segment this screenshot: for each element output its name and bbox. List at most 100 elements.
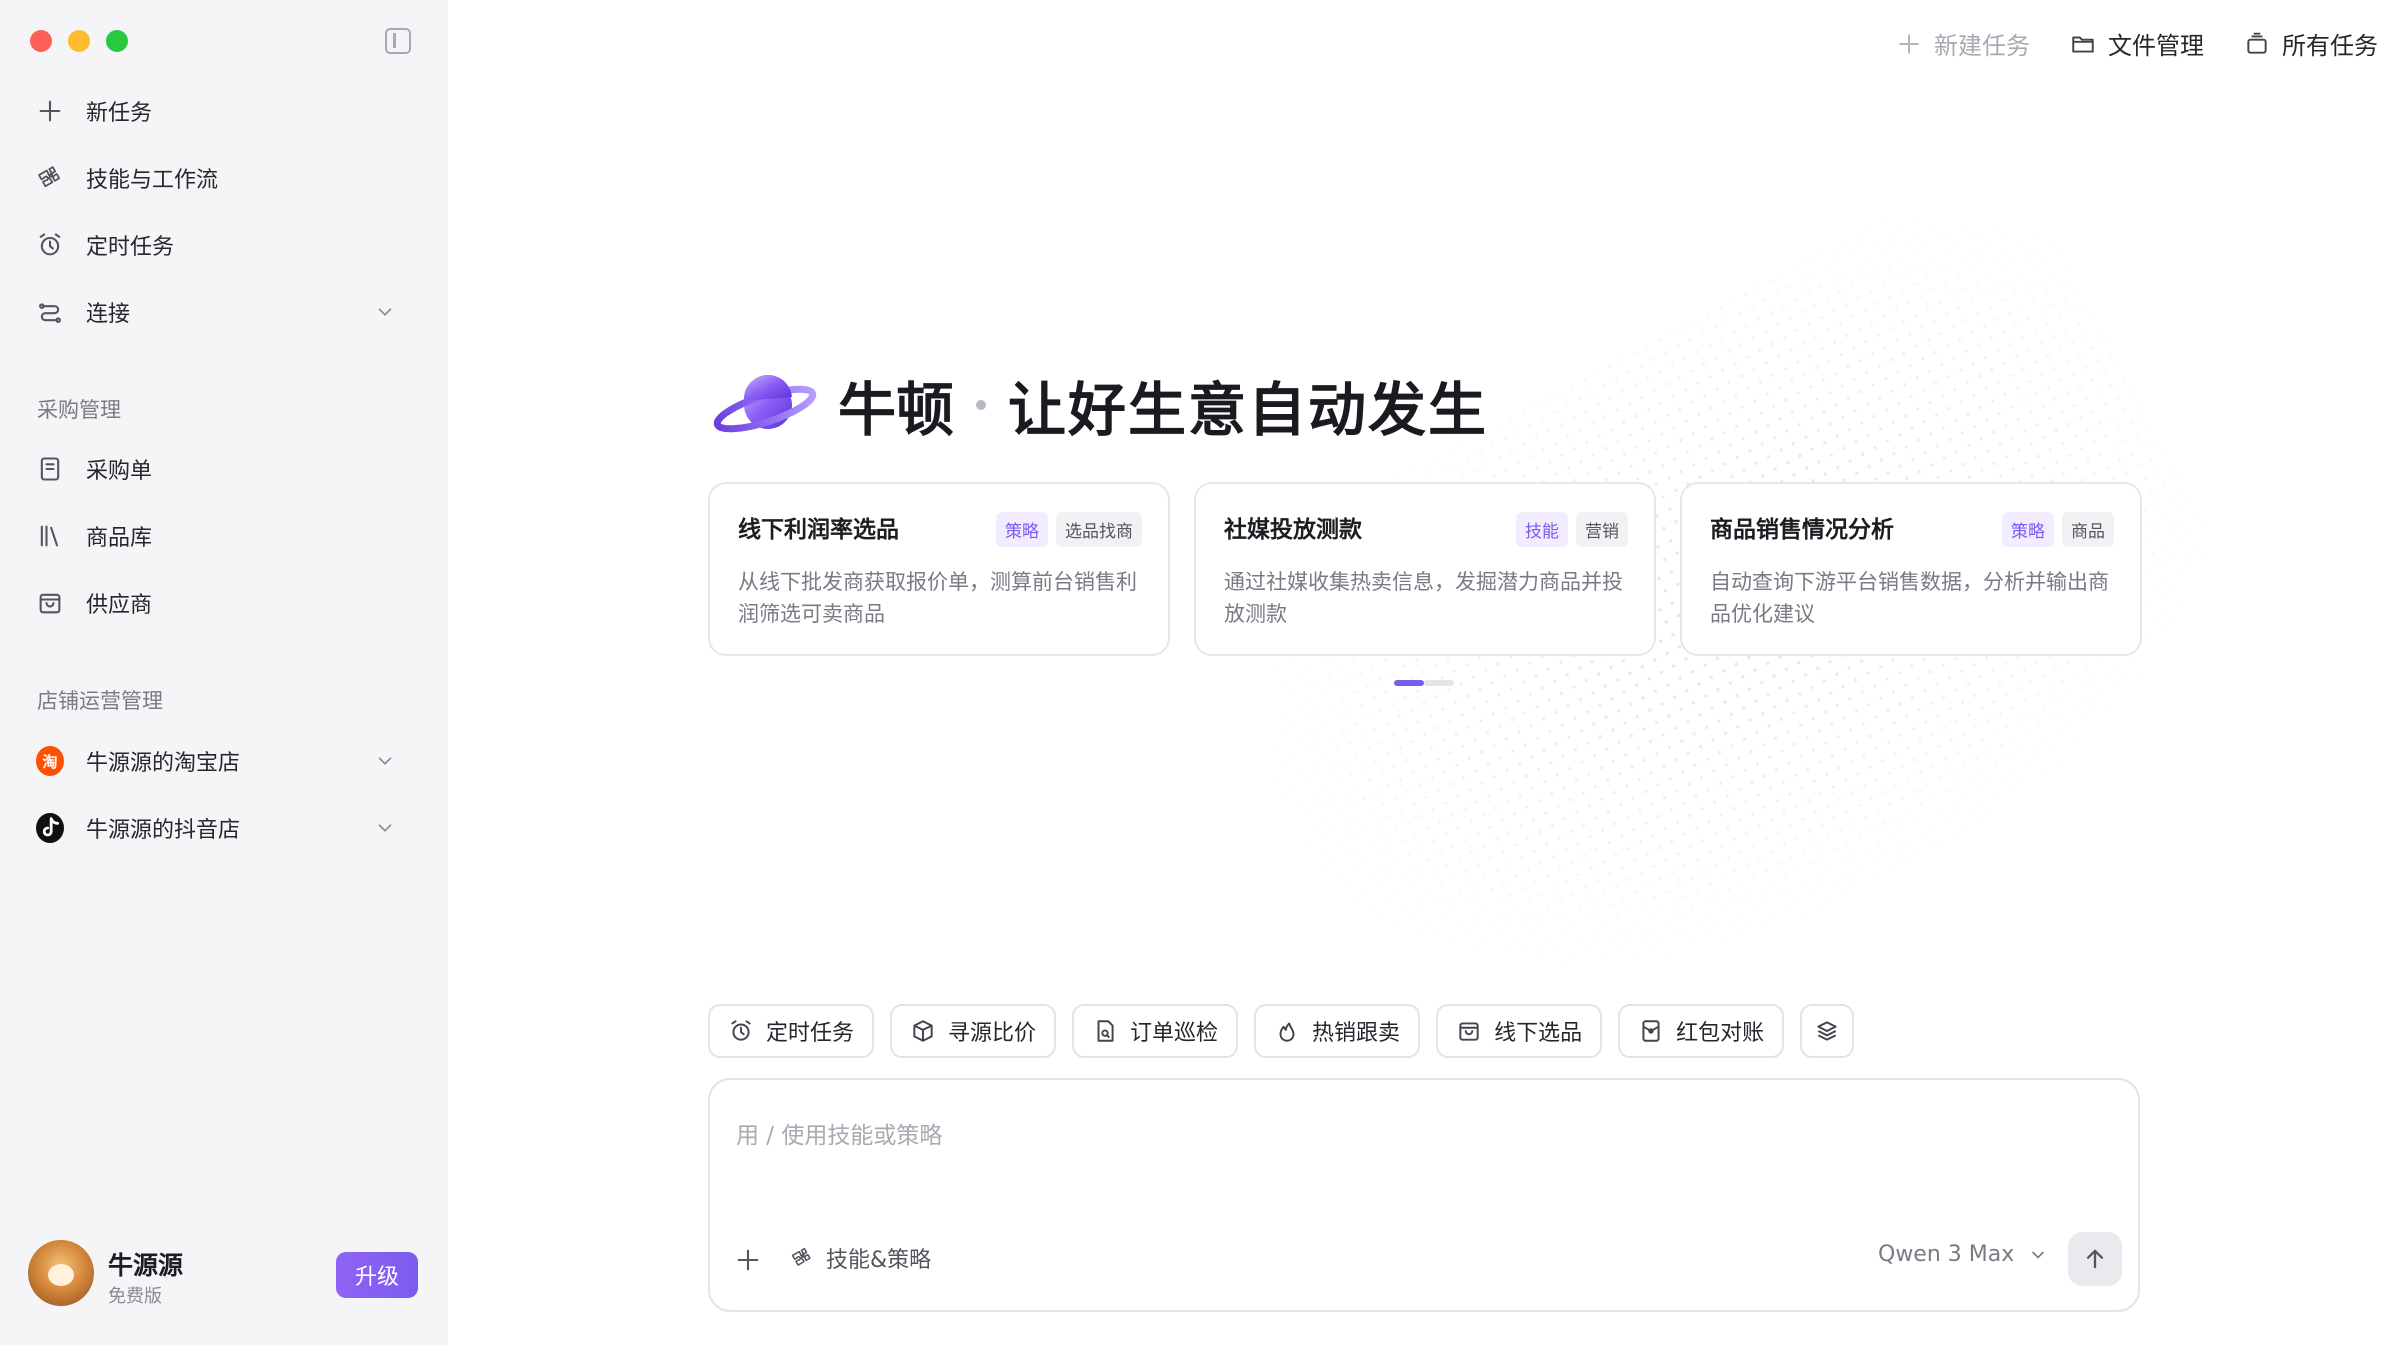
upgrade-button[interactable]: 升级: [336, 1252, 418, 1298]
sidebar-item-label: 供应商: [86, 593, 153, 618]
message-composer: 技能&策略 Qwen 3 Max: [708, 1078, 2140, 1312]
tag-category: 营销: [1576, 512, 1628, 547]
suggestion-cards: 线下利润率选品 策略 选品找商 从线下批发商获取报价单，测算前台销售利润筛选可卖…: [708, 482, 2142, 656]
sidebar-item-new-task[interactable]: 新任务: [36, 86, 416, 136]
taobao-icon-wrap: 淘: [36, 746, 64, 776]
chevron-down-icon: [2032, 1251, 2045, 1259]
slogan: 让好生意自动发生: [1008, 376, 1489, 444]
flame-icon: [1279, 1022, 1295, 1042]
suggestion-card-social-testing[interactable]: 社媒投放测款 技能 营销 通过社媒收集热卖信息，发掘潜力商品并投放测款: [1194, 482, 1656, 656]
sidebar-item-label: 采购单: [86, 459, 153, 484]
file-manager-label: 文件管理: [2108, 32, 2204, 60]
planet-logo-icon: [713, 374, 817, 433]
sidebar-item-label: 牛源源的抖音店: [86, 818, 241, 843]
library-icon: [36, 522, 64, 550]
red-packet-icon: [1642, 1020, 1660, 1042]
connection-icon: [36, 298, 64, 326]
chip-label: 寻源比价: [948, 1021, 1037, 1046]
arrow-up-icon: [2086, 1249, 2104, 1269]
card-description: 自动查询下游平台销售数据，分析并输出商品优化建议: [1710, 570, 2109, 626]
new-task-label: 新建任务: [1934, 32, 2030, 60]
close-window-button[interactable]: [30, 30, 52, 52]
section-title-store-operations: 店铺运营管理: [37, 689, 163, 713]
sidebar-item-scheduled-tasks[interactable]: 定时任务: [36, 220, 416, 270]
card-tags: 技能 营销: [1516, 512, 1628, 547]
taobao-icon: 淘: [36, 746, 64, 776]
sidebar-item-label: 商品库: [86, 526, 153, 551]
sidebar-item-suppliers[interactable]: 供应商: [36, 578, 416, 628]
carousel-page-indicator-active[interactable]: [1394, 680, 1424, 686]
chip-scheduled-task[interactable]: 定时任务: [708, 1004, 875, 1058]
puzzle-icon: [791, 1247, 811, 1266]
user-name: 牛源源: [108, 1251, 184, 1280]
section-title-procurement: 采购管理: [37, 398, 121, 422]
title-separator-dot: [976, 400, 987, 410]
sidebar-item-skills-workflow[interactable]: 技能与工作流: [36, 153, 416, 203]
sidebar-item-label: 牛源源的淘宝店: [86, 751, 241, 776]
maximize-window-button[interactable]: [106, 30, 128, 52]
all-tasks-label: 所有任务: [2282, 32, 2378, 60]
folder-icon: [2072, 36, 2094, 53]
add-attachment-icon[interactable]: [734, 1246, 762, 1274]
model-selector[interactable]: Qwen 3 Max: [1878, 1242, 2048, 1267]
chip-red-packet-reconcile[interactable]: 红包对账: [1618, 1004, 1785, 1058]
tag-strategy: 策略: [996, 512, 1048, 547]
chip-label: 热销跟卖: [1312, 1021, 1401, 1046]
sidebar-item-label: 技能与工作流: [86, 168, 219, 193]
skills-strategy-button[interactable]: 技能&策略: [790, 1242, 931, 1274]
chip-more-layers[interactable]: [1800, 1004, 1855, 1058]
douyin-icon: [36, 813, 64, 843]
send-button[interactable]: [2068, 1232, 2122, 1286]
box-icon: [913, 1020, 933, 1042]
file-manager-button[interactable]: 文件管理: [2070, 26, 2204, 61]
avatar[interactable]: [28, 1240, 94, 1306]
sidebar: 新任务 技能与工作流 定时任务 连接 采购管理 采购单 商品库 供应商 店铺运营…: [0, 0, 448, 1345]
card-tags: 策略 选品找商: [996, 512, 1142, 547]
alarm-clock-icon: [36, 231, 64, 259]
sidebar-item-connections[interactable]: 连接: [36, 287, 416, 337]
card-description: 从线下批发商获取报价单，测算前台销售利润筛选可卖商品: [738, 570, 1137, 626]
chevron-down-icon[interactable]: [374, 750, 396, 772]
plus-icon: [36, 97, 64, 125]
tag-strategy: 策略: [2002, 512, 2054, 547]
chip-label: 红包对账: [1676, 1021, 1765, 1046]
sidebar-item-product-library[interactable]: 商品库: [36, 511, 416, 561]
user-profile: 牛源源 免费版 升级: [28, 1240, 428, 1310]
model-name: Qwen 3 Max: [1878, 1242, 2015, 1267]
suggestion-card-offline-profit[interactable]: 线下利润率选品 策略 选品找商 从线下批发商获取报价单，测算前台销售利润筛选可卖…: [708, 482, 1170, 656]
all-tasks-button[interactable]: 所有任务: [2244, 26, 2378, 61]
minimize-window-button[interactable]: [68, 30, 90, 52]
sidebar-item-purchase-orders[interactable]: 采购单: [36, 444, 416, 494]
suggestion-card-sales-analysis[interactable]: 商品销售情况分析 策略 商品 自动查询下游平台销售数据，分析并输出商品优化建议: [1680, 482, 2142, 656]
skills-strategy-label: 技能&策略: [826, 1248, 932, 1273]
chip-label: 定时任务: [766, 1021, 855, 1046]
top-toolbar: 新建任务 文件管理 所有任务: [1896, 26, 2378, 61]
chip-order-inspection[interactable]: 订单巡检: [1072, 1004, 1239, 1058]
alarm-clock-icon: [731, 1020, 751, 1041]
chip-offline-selection[interactable]: 线下选品: [1436, 1004, 1603, 1058]
sidebar-item-label: 定时任务: [86, 235, 175, 260]
tag-category: 商品: [2062, 512, 2114, 547]
card-description: 通过社媒收集热卖信息，发掘潜力商品并投放测款: [1224, 570, 1623, 626]
douyin-icon-wrap: [36, 813, 64, 843]
store-bag-icon: [36, 589, 64, 617]
hero-heading: 牛顿 让好生意自动发生: [710, 360, 1488, 450]
sidebar-toggle-icon[interactable]: [385, 28, 411, 54]
new-task-button[interactable]: 新建任务: [1896, 26, 2030, 61]
chevron-down-icon[interactable]: [374, 817, 396, 839]
store-bag-icon: [1459, 1022, 1479, 1041]
chip-hot-selling[interactable]: 热销跟卖: [1254, 1004, 1421, 1058]
sidebar-item-label: 新任务: [86, 101, 153, 126]
plus-icon: [1899, 33, 1919, 54]
user-plan: 免费版: [108, 1286, 162, 1307]
sidebar-item-taobao-store[interactable]: 淘 牛源源的淘宝店: [36, 736, 416, 786]
carousel-page-indicator[interactable]: [1424, 680, 1454, 686]
sidebar-item-douyin-store[interactable]: 牛源源的抖音店: [36, 803, 416, 853]
carousel-pagination: [1394, 680, 1454, 686]
chip-sourcing-compare[interactable]: 寻源比价: [890, 1004, 1057, 1058]
message-input[interactable]: [736, 1106, 2116, 1166]
sidebar-item-label: 连接: [86, 302, 131, 327]
chip-label: 订单巡检: [1130, 1021, 1219, 1046]
tag-category: 选品找商: [1056, 512, 1142, 547]
chevron-down-icon[interactable]: [374, 301, 396, 323]
